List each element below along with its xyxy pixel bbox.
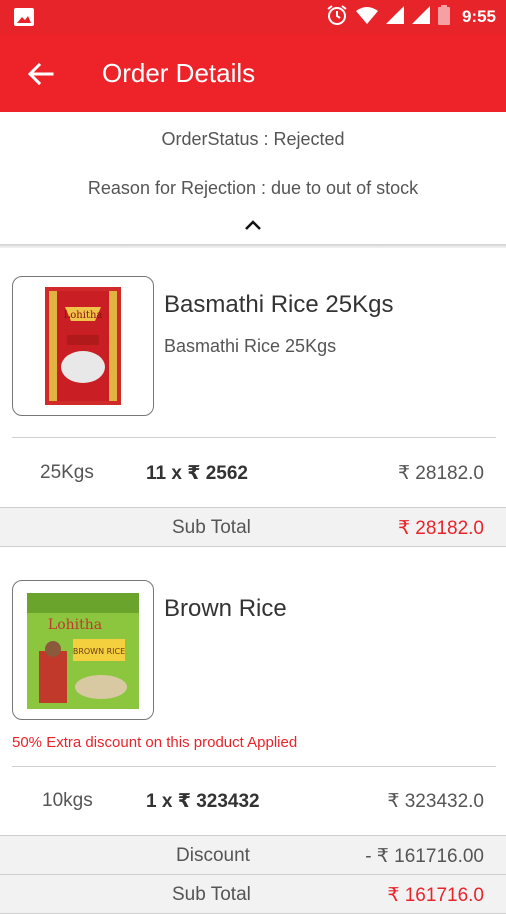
subtotal-row: Sub Total ₹ 161716.0 <box>0 874 506 914</box>
subtotal-value: ₹ 161716.0 <box>387 885 484 906</box>
alarm-icon <box>326 4 348 31</box>
subtotal-label: Sub Total <box>172 884 251 905</box>
divider <box>12 437 496 438</box>
wifi-icon <box>355 6 378 29</box>
subtotal-label: Sub Total <box>172 517 251 538</box>
rice-bag-icon: Lohitha <box>45 287 121 405</box>
package-subtitle: BROWN RICE <box>73 647 125 656</box>
product-description: Basmathi Rice 25Kgs <box>164 336 337 356</box>
rejection-reason: Reason for Rejection : due to out of sto… <box>87 178 419 198</box>
app-bar: Order Details <box>0 34 506 112</box>
status-bar: 9:55 <box>0 0 506 34</box>
product-amount: ₹ 323432.0 <box>387 791 484 812</box>
discount-label: Discount <box>176 845 250 866</box>
product-name: Brown Rice <box>164 595 287 622</box>
product-weight: 25Kgs <box>40 462 94 483</box>
divider <box>0 244 506 248</box>
discount-value: - ₹ 161716.00 <box>365 846 484 867</box>
page-title: Order Details <box>102 58 256 88</box>
rice-bag-icon: Lohitha BROWN RICE <box>27 593 139 709</box>
discount-row: Discount - ₹ 161716.00 <box>0 835 506 875</box>
divider <box>12 766 496 767</box>
subtotal-value: ₹ 28182.0 <box>397 518 484 539</box>
battery-icon <box>437 4 450 30</box>
product-weight: 10kgs <box>42 790 93 811</box>
brand-logo: Lohitha <box>48 617 102 633</box>
product-qty-price: 11 x ₹ 2562 <box>146 463 248 484</box>
signal-icon <box>411 5 430 29</box>
discount-note: 50% Extra discount on this product Appli… <box>12 734 298 751</box>
arrow-left-icon[interactable] <box>26 60 54 88</box>
image-icon <box>14 8 34 31</box>
product-name: Basmathi Rice 25Kgs <box>164 291 394 318</box>
signal-icon <box>385 5 404 29</box>
order-status: OrderStatus : Rejected <box>161 129 345 149</box>
brand-logo: Lohitha <box>64 310 103 321</box>
status-time: 9:55 <box>461 7 496 26</box>
product-qty-price: 1 x ₹ 323432 <box>146 791 260 812</box>
chevron-up-icon[interactable] <box>244 218 262 230</box>
product-image[interactable]: Lohitha BROWN RICE <box>12 580 154 720</box>
product-image[interactable]: Lohitha <box>12 276 154 416</box>
product-amount: ₹ 28182.0 <box>397 463 484 484</box>
subtotal-row: Sub Total ₹ 28182.0 <box>0 507 506 547</box>
